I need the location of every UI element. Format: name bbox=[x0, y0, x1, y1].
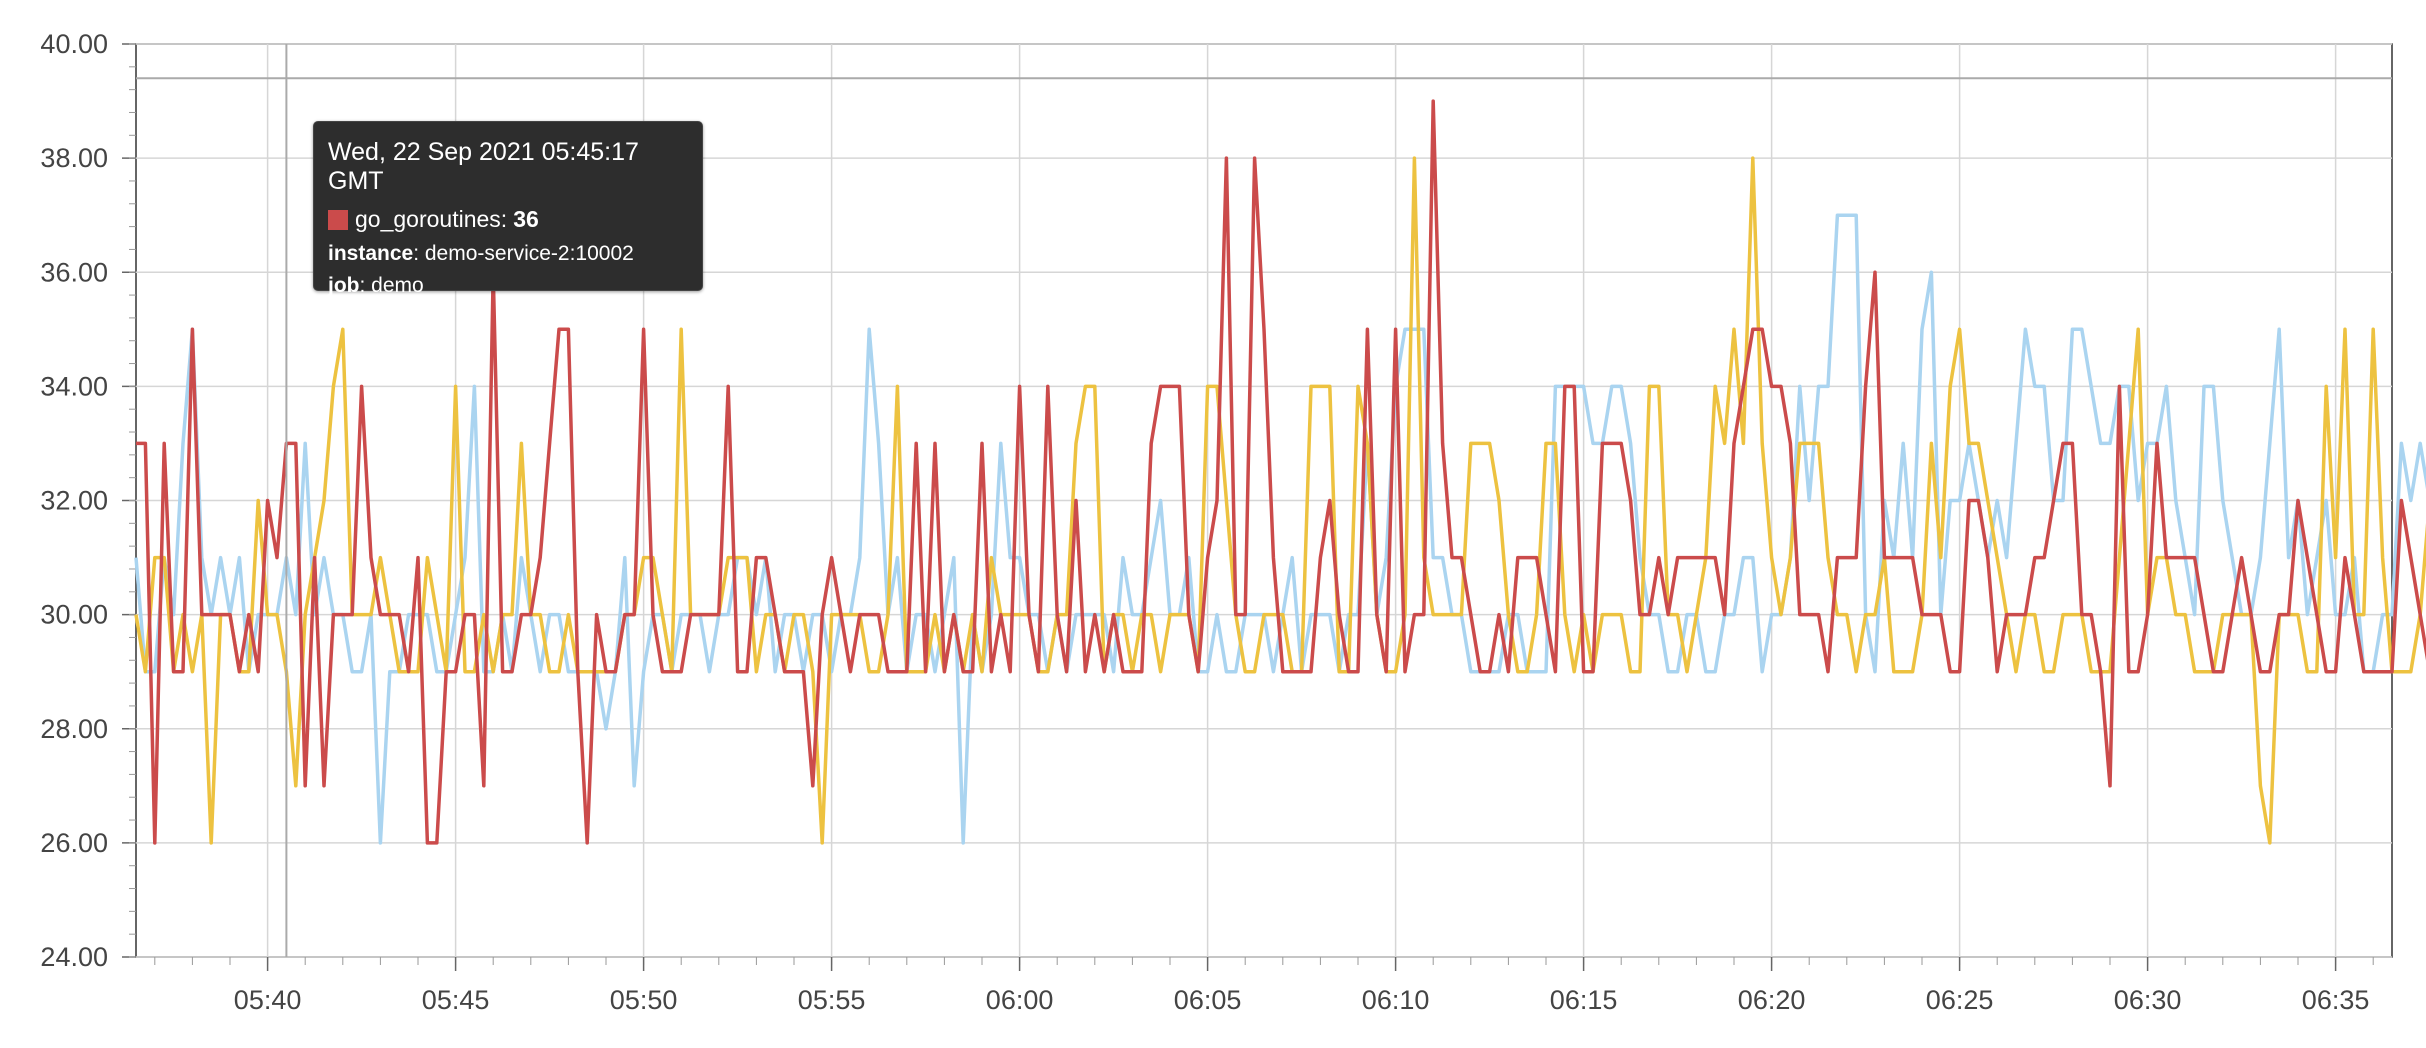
series-color-swatch bbox=[328, 209, 348, 230]
label-value: demo-service-2:10002 bbox=[424, 242, 634, 265]
x-tick-label: 06:35 bbox=[2302, 985, 2370, 1015]
x-tick-label: 05:45 bbox=[422, 985, 490, 1015]
hover-tooltip: Wed, 22 Sep 2021 05:45:17 GMT go_gorouti… bbox=[313, 121, 703, 297]
x-axis: 05:40 05:45 05:50 05:55 06:00 06:05 06:10 06:15… bbox=[234, 985, 2370, 1015]
y-axis: 40.00 38.00 36.00 34.00 32.00 30.00 28.00 26.00… bbox=[40, 29, 108, 972]
y-tick-label: 34.00 bbox=[40, 371, 108, 401]
x-tick-label: 06:20 bbox=[1738, 985, 1806, 1015]
y-tick-label: 38.00 bbox=[40, 143, 108, 173]
tooltip-series: go_goroutines:36 bbox=[328, 206, 688, 233]
x-tick-label: 06:25 bbox=[1926, 985, 1994, 1015]
x-tick-label: 05:50 bbox=[610, 985, 678, 1015]
x-tick-label: 05:40 bbox=[234, 985, 302, 1015]
tooltip-series-value: 36 bbox=[513, 206, 539, 232]
y-tick-label: 36.00 bbox=[40, 257, 108, 287]
tooltip-time: Wed, 22 Sep 2021 05:45:17 GMT bbox=[328, 138, 639, 195]
x-tick-label: 06:05 bbox=[1174, 985, 1242, 1015]
x-tick-label: 06:15 bbox=[1550, 985, 1618, 1015]
y-tick-label: 28.00 bbox=[40, 714, 108, 744]
y-tick-label: 32.00 bbox=[40, 486, 108, 516]
tooltip-label-job: job: demo bbox=[328, 274, 424, 297]
x-tick-label: 06:10 bbox=[1362, 985, 1430, 1015]
series-line-0 bbox=[134, 213, 2426, 845]
y-tick-label: 40.00 bbox=[40, 29, 108, 59]
y-tick-label: 24.00 bbox=[40, 942, 108, 972]
x-tick-label: 06:30 bbox=[2114, 985, 2182, 1015]
label-key: job bbox=[328, 274, 360, 297]
x-tick-label: 05:55 bbox=[798, 985, 866, 1015]
tooltip-series-name: go_goroutines bbox=[355, 206, 501, 232]
tooltip-label-instance: instance: demo-service-2:10002 bbox=[328, 242, 634, 265]
y-tick-label: 26.00 bbox=[40, 828, 108, 858]
label-key: instance bbox=[328, 242, 414, 265]
label-value: demo bbox=[371, 274, 424, 297]
x-tick-label: 06:00 bbox=[986, 985, 1054, 1015]
y-tick-label: 30.00 bbox=[40, 600, 108, 630]
